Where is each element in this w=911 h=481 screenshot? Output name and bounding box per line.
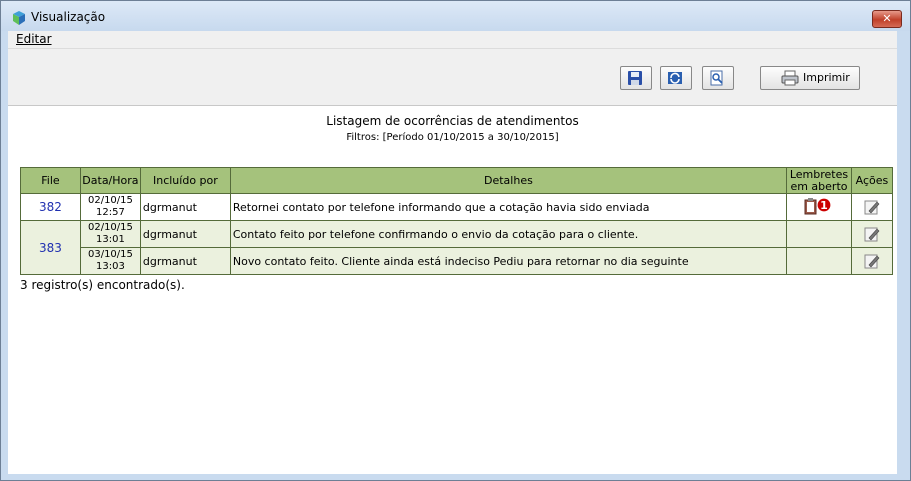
time-value: 13:03 bbox=[96, 261, 125, 272]
col-datetime-header: Data/Hora bbox=[79, 167, 141, 194]
included-by-cell: dgrmanut bbox=[139, 247, 231, 275]
reminders-cell[interactable]: 1 bbox=[785, 193, 852, 221]
col-file-header: File bbox=[20, 167, 81, 194]
close-button[interactable]: ✕ bbox=[872, 10, 902, 28]
actions-cell bbox=[850, 247, 894, 275]
refresh-button[interactable] bbox=[660, 66, 692, 90]
details-cell: Contato feito por telefone confirmando o… bbox=[229, 220, 787, 248]
details-cell: Retornei contato por telefone informando… bbox=[229, 193, 787, 221]
save-button[interactable] bbox=[620, 66, 652, 90]
included-by-cell: dgrmanut bbox=[139, 193, 231, 221]
actions-cell bbox=[850, 220, 894, 248]
time-value: 12:57 bbox=[96, 207, 125, 218]
app-logo-icon bbox=[13, 11, 25, 25]
window-title: Visualização bbox=[31, 10, 106, 24]
report-title: Listagem de ocorrências de atendimentos bbox=[326, 114, 579, 128]
reminders-cell bbox=[785, 247, 852, 275]
date-value: 02/10/15 bbox=[87, 195, 133, 206]
time-value: 13:01 bbox=[96, 234, 125, 245]
col-details-header: Detalhes bbox=[229, 167, 787, 194]
preview-button[interactable] bbox=[702, 66, 734, 90]
file-link-382[interactable]: 382 bbox=[20, 193, 81, 221]
clipboard-alert-icon[interactable]: 1 bbox=[804, 196, 834, 215]
edit-icon[interactable] bbox=[864, 253, 880, 269]
date-value: 02/10/15 bbox=[87, 222, 133, 233]
datetime-cell: 02/10/15 12:57 bbox=[79, 193, 141, 221]
close-icon: ✕ bbox=[882, 12, 892, 25]
date-value: 03/10/15 bbox=[87, 249, 133, 260]
print-button[interactable]: Imprimir bbox=[760, 66, 860, 90]
refresh-icon bbox=[668, 72, 682, 84]
report-filter: Filtros: [Período 01/10/2015 a 30/10/201… bbox=[346, 132, 559, 143]
col-actions-header: Ações bbox=[850, 167, 894, 194]
reminders-cell bbox=[785, 220, 852, 248]
edit-icon[interactable] bbox=[864, 226, 880, 242]
print-button-label: Imprimir bbox=[803, 71, 850, 84]
col-included-by-header: Incluído por bbox=[139, 167, 231, 194]
included-by-cell: dgrmanut bbox=[139, 220, 231, 248]
report-area: Listagem de ocorrências de atendimentos … bbox=[8, 106, 897, 474]
table-row: 383 02/10/15 13:01 dgrmanut Contato feit… bbox=[20, 220, 894, 275]
reminders-header-line2: em aberto bbox=[790, 179, 848, 193]
actions-cell bbox=[850, 193, 894, 221]
menu-editar-label: Editar bbox=[16, 32, 52, 46]
record-count: 3 registro(s) encontrado(s). bbox=[20, 278, 185, 292]
table-row: 382 02/10/15 12:57 dgrmanut Retornei con… bbox=[20, 193, 894, 221]
table-row: 03/10/15 13:03 dgrmanut Novo contato fei… bbox=[21, 247, 894, 275]
save-icon bbox=[628, 71, 642, 85]
datetime-cell: 03/10/15 13:03 bbox=[79, 247, 141, 275]
visualizacao-window: Visualização ✕ Editar Imprimir Listagem … bbox=[0, 0, 911, 481]
datetime-cell: 02/10/15 13:01 bbox=[79, 220, 141, 248]
menu-bar: Editar bbox=[8, 31, 897, 49]
reminder-count: 1 bbox=[820, 199, 828, 212]
printer-icon bbox=[781, 70, 799, 86]
menu-editar[interactable]: Editar bbox=[16, 32, 52, 46]
details-cell: Novo contato feito. Cliente ainda está i… bbox=[229, 247, 787, 275]
edit-icon[interactable] bbox=[864, 199, 880, 215]
occurrences-table: File Data/Hora Incluído por Detalhes Lem… bbox=[20, 167, 894, 275]
table-header-row: File Data/Hora Incluído por Detalhes Lem… bbox=[20, 167, 894, 194]
toolbar: Imprimir bbox=[8, 49, 897, 106]
title-bar[interactable]: Visualização ✕ bbox=[1, 1, 910, 31]
zoom-preview-icon bbox=[710, 70, 723, 86]
col-reminders-header: Lembretes em aberto bbox=[785, 167, 852, 194]
file-link-383[interactable]: 383 bbox=[20, 220, 81, 275]
